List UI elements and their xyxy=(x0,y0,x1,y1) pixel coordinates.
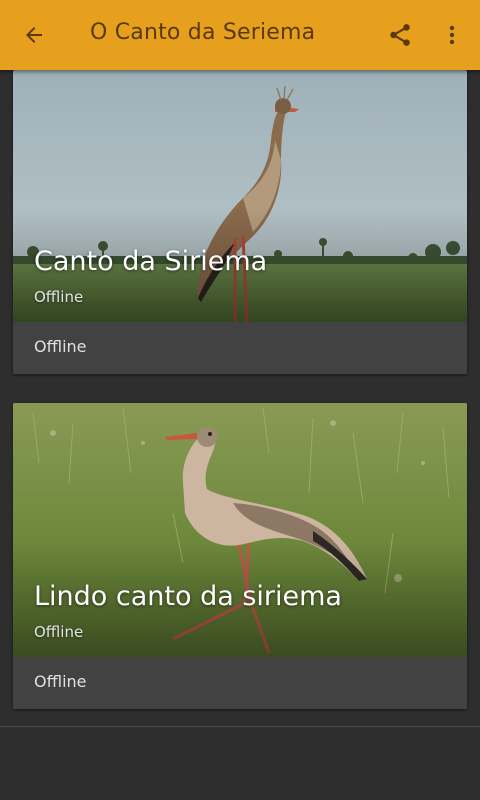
app-bar: O Canto da Seriema xyxy=(0,0,480,70)
page-title: O Canto da Seriema xyxy=(90,20,316,45)
seriema-standing-in-field-photo xyxy=(13,70,467,322)
share-icon xyxy=(390,24,410,46)
back-button[interactable] xyxy=(14,15,54,55)
card-title: Lindo canto da siriema xyxy=(34,581,342,612)
audio-card-canto-da-siriema[interactable]: Canto da Siriema Offline Offline xyxy=(13,70,467,374)
card-subtitle: Offline xyxy=(34,623,84,641)
audio-card-lindo-canto-da-siriema[interactable]: Lindo canto da siriema Offline Offline xyxy=(13,403,467,709)
card-footer: Offline xyxy=(13,322,467,374)
card-footer-status: Offline xyxy=(34,337,87,356)
seriema-walking-on-grass-photo xyxy=(13,403,467,657)
card-title: Canto da Siriema xyxy=(34,246,268,277)
card-footer-status: Offline xyxy=(34,672,87,691)
card-footer: Offline xyxy=(13,657,467,709)
card-subtitle: Offline xyxy=(34,288,84,306)
list-divider xyxy=(0,726,480,727)
more-options-button[interactable] xyxy=(432,15,472,55)
arrow-left-icon xyxy=(26,27,42,43)
more-vert-icon xyxy=(449,25,455,45)
share-button[interactable] xyxy=(380,15,420,55)
